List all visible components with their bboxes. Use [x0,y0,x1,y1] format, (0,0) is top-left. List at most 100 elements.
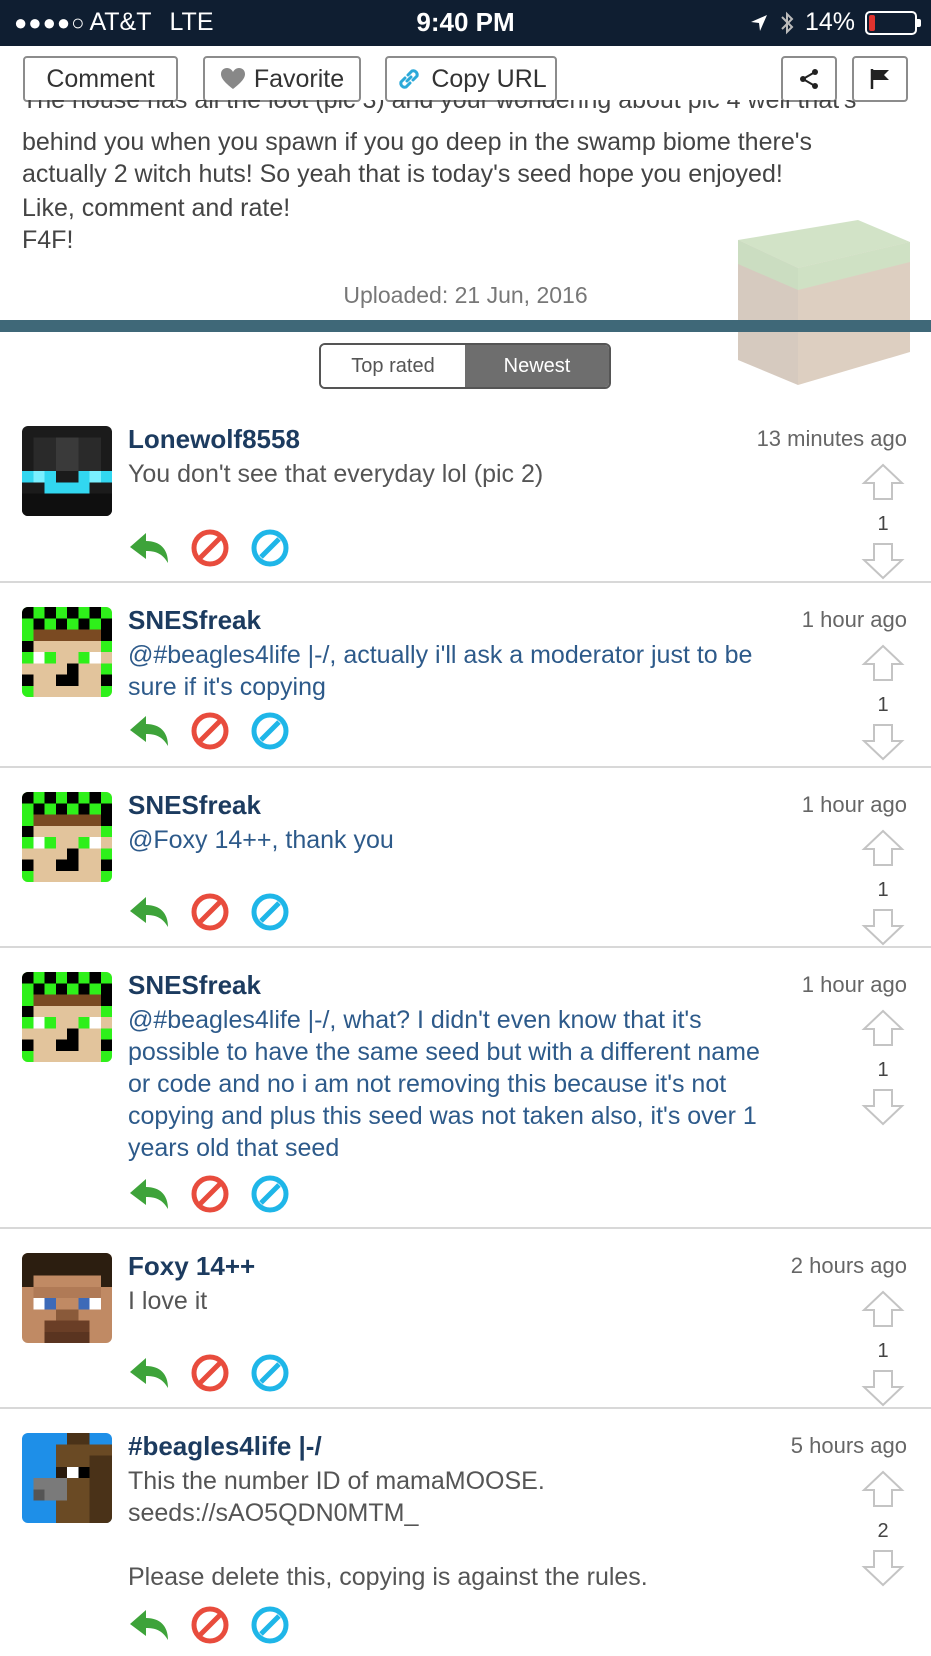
share-button[interactable] [781,56,837,102]
block-icon[interactable] [250,1174,290,1214]
comment-username[interactable]: Foxy 14++ [128,1251,255,1282]
heart-icon [220,68,245,89]
checker-hair-avatar-icon [22,972,112,1062]
comment-line: seeds://sAO5QDN0MTM_ [128,1499,419,1527]
location-arrow-icon [750,14,767,31]
bluetooth-icon [781,11,794,34]
report-icon[interactable] [190,1605,230,1645]
battery-icon [865,10,921,35]
avatar[interactable] [22,426,112,516]
enderman-avatar-icon [22,426,112,516]
copy-url-button[interactable]: Copy URL [385,56,557,102]
block-icon[interactable] [250,892,290,932]
comment-button[interactable]: Comment [23,56,178,102]
horse-avatar-icon [22,1433,112,1523]
comment-username[interactable]: SNESfreak [128,605,261,636]
favorite-button[interactable]: Favorite [203,56,361,102]
avatar[interactable] [22,1433,112,1523]
comment-text: I love it [128,1285,808,1317]
upvote-arrow-icon[interactable] [861,828,905,868]
block-icon[interactable] [250,1353,290,1393]
comment-actions [128,1353,290,1393]
vote-control: 1 [861,1008,905,1132]
report-flag-button[interactable] [852,56,908,102]
comment-time: 13 minutes ago [756,426,907,451]
comment-line: @#beagles4life |-/, actually i'll ask a … [128,641,753,669]
comment-username[interactable]: SNESfreak [128,790,261,821]
reply-icon[interactable] [128,1175,170,1213]
comment-time: 1 hour ago [801,792,907,817]
comment-line: possible to have the same seed but with … [128,1038,760,1066]
reply-icon[interactable] [128,1606,170,1644]
report-icon[interactable] [190,892,230,932]
upvote-arrow-icon[interactable] [861,1008,905,1048]
upvote-arrow-icon[interactable] [861,462,905,502]
comment-item: #beagles4life |-/ 5 hours ago This the n… [0,1409,931,1656]
vote-control: 1 [861,828,905,952]
reply-icon[interactable] [128,1354,170,1392]
comment-item: Lonewolf8558 13 minutes ago You don't se… [0,410,931,583]
downvote-arrow-icon[interactable] [861,541,905,581]
comment-text: @#beagles4life |-/, actually i'll ask a … [128,639,808,703]
comment-username[interactable]: #beagles4life |-/ [128,1431,322,1462]
report-icon[interactable] [190,1353,230,1393]
vote-control: 2 [861,1469,905,1593]
avatar[interactable] [22,792,112,882]
comment-line: sure if it's copying [128,673,326,701]
comment-time: 1 hour ago [801,607,907,632]
description-line: F4F! [22,226,74,254]
comment-line: @#beagles4life |-/, what? I didn't even … [128,1006,702,1034]
sort-newest-tab[interactable]: Newest [465,345,609,387]
share-icon [800,69,818,89]
sort-segmented-control: Top rated Newest [319,343,611,389]
report-icon[interactable] [190,1174,230,1214]
block-icon[interactable] [250,1605,290,1645]
description-line: actually 2 witch huts! So yeah that is t… [22,160,783,188]
comment-line: copying and plus this seed was not taken… [128,1102,757,1130]
comment-time: 1 hour ago [801,972,907,997]
avatar[interactable] [22,972,112,1062]
comment-item: SNESfreak 1 hour ago @Foxy 14++, thank y… [0,768,931,948]
reply-icon[interactable] [128,529,170,567]
report-icon[interactable] [190,528,230,568]
comment-line: This the number ID of mamaMOOSE. [128,1467,545,1495]
upvote-arrow-icon[interactable] [861,1289,905,1329]
comment-line: You don't see that everyday lol (pic 2) [128,460,544,488]
reply-icon[interactable] [128,893,170,931]
flag-icon [870,69,889,89]
vote-count: 1 [877,1340,889,1362]
comment-line: years old that seed [128,1134,340,1162]
report-icon[interactable] [190,711,230,751]
upvote-arrow-icon[interactable] [861,643,905,683]
comment-text: This the number ID of mamaMOOSE. seeds:/… [128,1465,808,1593]
comment-time: 2 hours ago [790,1253,907,1278]
comment-actions [128,1174,290,1214]
sort-top-rated-tab[interactable]: Top rated [321,345,465,387]
favorite-button-label: Favorite [253,64,345,93]
vote-control: 1 [861,1289,905,1413]
checker-hair-avatar-icon [22,792,112,882]
description-line: Like, comment and rate! [22,194,291,222]
comment-item: SNESfreak 1 hour ago @#beagles4life |-/,… [0,583,931,768]
downvote-arrow-icon[interactable] [861,1087,905,1127]
downvote-arrow-icon[interactable] [861,1368,905,1408]
comment-line: I love it [128,1287,208,1315]
comment-username[interactable]: SNESfreak [128,970,261,1001]
downvote-arrow-icon[interactable] [861,1548,905,1588]
comment-actions [128,528,290,568]
comment-actions [128,892,290,932]
comment-time: 5 hours ago [790,1433,907,1458]
downvote-arrow-icon[interactable] [861,907,905,947]
comment-item: Foxy 14++ 2 hours ago I love it 1 [0,1229,931,1409]
block-icon[interactable] [250,528,290,568]
vote-control: 1 [861,643,905,767]
upvote-arrow-icon[interactable] [861,1469,905,1509]
upload-date: Uploaded: 21 Jun, 2016 [343,282,588,308]
block-icon[interactable] [250,711,290,751]
reply-icon[interactable] [128,712,170,750]
status-right: 14% [749,8,921,37]
downvote-arrow-icon[interactable] [861,722,905,762]
avatar[interactable] [22,607,112,697]
comment-username[interactable]: Lonewolf8558 [128,424,300,455]
avatar[interactable] [22,1253,112,1343]
